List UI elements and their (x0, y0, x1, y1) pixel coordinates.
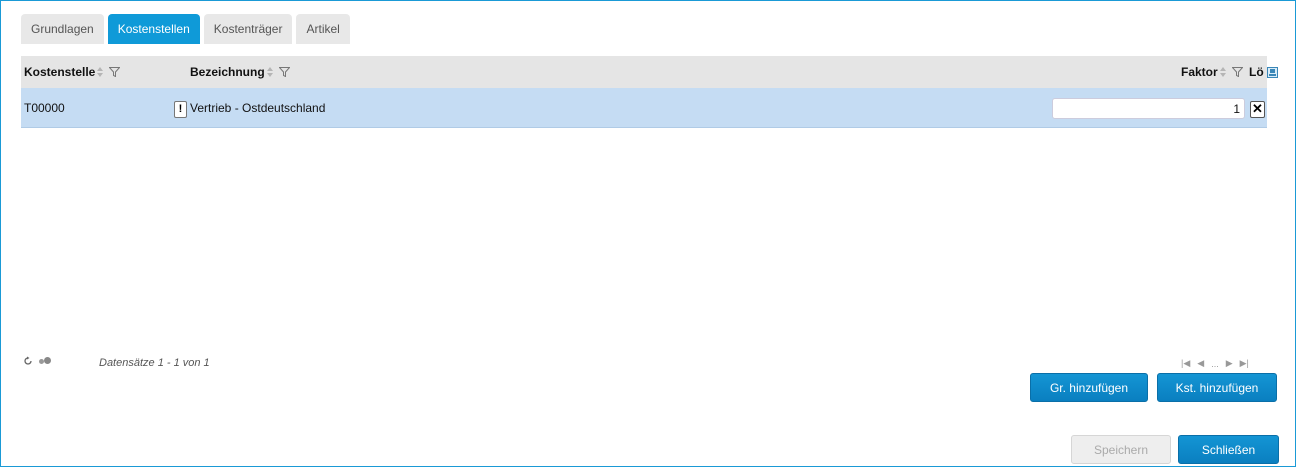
add-cost-center-button[interactable]: Kst. hinzufügen (1157, 373, 1277, 402)
tab-kostentraeger[interactable]: Kostenträger (203, 14, 293, 44)
add-group-button[interactable]: Gr. hinzufügen (1030, 373, 1148, 402)
group-dots-icon[interactable] (38, 356, 52, 366)
column-label-bezeichnung: Bezeichnung (190, 65, 265, 79)
faktor-input[interactable] (1052, 98, 1245, 119)
record-count: Datensätze 1 - 1 von 1 (99, 357, 210, 369)
column-header-faktor[interactable]: Faktor (1181, 56, 1243, 88)
tab-artikel[interactable]: Artikel (296, 14, 350, 44)
cell-bezeichnung: Vertrieb - Ostdeutschland (190, 101, 326, 115)
tab-bar: Grundlagen Kostenstellen Kostenträger Ar… (21, 14, 350, 44)
column-header-loeschen[interactable]: Lö (1249, 56, 1278, 88)
pager: |◀ ◀ ... ▶ ▶| (1181, 358, 1249, 369)
prev-page-icon[interactable]: ◀ (1197, 358, 1204, 369)
filter-icon[interactable] (109, 67, 121, 77)
column-label-faktor: Faktor (1181, 65, 1218, 79)
sort-icon[interactable] (96, 66, 105, 78)
pager-ellipsis: ... (1211, 358, 1219, 369)
last-page-icon[interactable]: ▶| (1240, 358, 1249, 369)
tab-kostenstellen[interactable]: Kostenstellen (107, 14, 200, 44)
export-icon[interactable] (1266, 66, 1278, 78)
grid-header: Kostenstelle Bezeichnung Faktor Lö (21, 56, 1278, 88)
close-button[interactable]: Schließen (1178, 435, 1279, 464)
sort-icon[interactable] (266, 66, 275, 78)
first-page-icon[interactable]: |◀ (1181, 358, 1190, 369)
warning-button[interactable]: ! (174, 101, 187, 118)
sort-icon[interactable] (1219, 66, 1228, 78)
column-header-bezeichnung[interactable]: Bezeichnung (190, 56, 290, 88)
column-label-kostenstelle: Kostenstelle (24, 65, 96, 79)
filter-icon[interactable] (1231, 67, 1243, 77)
tab-grundlagen[interactable]: Grundlagen (21, 14, 104, 44)
refresh-icon[interactable] (23, 356, 33, 366)
grid-footer-tools (23, 356, 52, 366)
save-button[interactable]: Speichern (1071, 435, 1171, 464)
cell-kostenstelle: T00000 (24, 101, 65, 115)
next-page-icon[interactable]: ▶ (1226, 358, 1233, 369)
column-label-loeschen: Lö (1249, 65, 1264, 79)
column-header-kostenstelle[interactable]: Kostenstelle (24, 56, 121, 88)
filter-icon[interactable] (278, 67, 290, 77)
cost-center-grid: Kostenstelle Bezeichnung Faktor Lö T0000… (21, 56, 1278, 128)
table-row[interactable]: T00000 ! Vertrieb - Ostdeutschland ✕ (21, 88, 1267, 128)
delete-row-button[interactable]: ✕ (1250, 101, 1265, 118)
